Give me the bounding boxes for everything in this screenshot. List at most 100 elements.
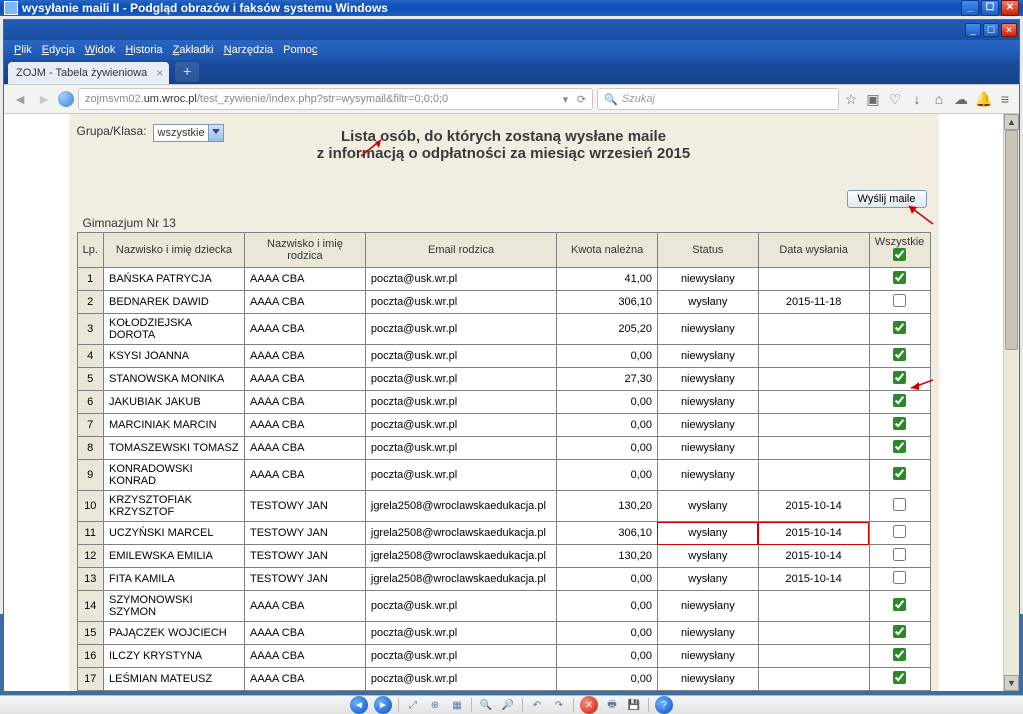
row-checkbox[interactable] <box>893 371 906 384</box>
cell-status: niewysłany <box>657 591 758 622</box>
fit-window-icon[interactable]: ⤢ <box>405 696 421 714</box>
cell-email: poczta@usk.wr.pl <box>365 437 556 460</box>
row-checkbox[interactable] <box>893 417 906 430</box>
row-checkbox[interactable] <box>893 671 906 684</box>
row-checkbox[interactable] <box>893 648 906 661</box>
close-button[interactable]: ✕ <box>1001 0 1019 16</box>
cell-email: poczta@usk.wr.pl <box>365 414 556 437</box>
cell-email: poczta@usk.wr.pl <box>365 668 556 691</box>
cell-amount: 130,20 <box>557 545 658 568</box>
menu-history[interactable]: Historia <box>125 44 162 56</box>
browser-titlebar: _ ☐ ✕ <box>4 20 1019 40</box>
toolbar-separator <box>573 698 574 712</box>
cell-status: niewysłany <box>657 314 758 345</box>
prev-image-icon[interactable]: ◄ <box>350 696 368 714</box>
hamburger-menu-icon[interactable]: ≡ <box>997 91 1013 107</box>
group-select[interactable]: wszystkie <box>153 124 224 142</box>
chevron-down-icon <box>212 129 220 134</box>
pocket-icon[interactable]: ▣ <box>865 91 881 108</box>
help-icon[interactable]: ? <box>655 696 673 714</box>
row-checkbox[interactable] <box>893 394 906 407</box>
cell-date: 2015-11-18 <box>758 291 869 314</box>
shield-icon[interactable]: ♡ <box>887 91 903 108</box>
menu-tools[interactable]: Narzędzia <box>224 44 274 56</box>
search-placeholder: Szukaj <box>622 93 655 105</box>
col-all-label: Wszystkie <box>875 236 925 248</box>
zoom-out-icon[interactable]: 🔎 <box>500 696 516 714</box>
search-bar[interactable]: 🔍 Szukaj <box>597 88 839 110</box>
group-label: Grupa/Klasa: <box>77 124 147 138</box>
new-tab-button[interactable]: + <box>175 62 199 82</box>
menu-edit[interactable]: Edycja <box>42 44 75 56</box>
zoom-in-icon[interactable]: 🔍 <box>478 696 494 714</box>
select-all-checkbox[interactable] <box>893 248 906 261</box>
scroll-up-icon[interactable]: ▲ <box>1004 114 1019 130</box>
row-checkbox[interactable] <box>893 598 906 611</box>
menu-view[interactable]: Widok <box>85 44 116 56</box>
scroll-thumb[interactable] <box>1005 130 1018 350</box>
row-checkbox[interactable] <box>893 321 906 334</box>
cell-child: TOMASZEWSKI TOMASZ <box>103 437 244 460</box>
maximize-button[interactable]: ☐ <box>981 0 999 16</box>
cell-email: poczta@usk.wr.pl <box>365 645 556 668</box>
col-child: Nazwisko i imię dziecka <box>103 233 244 268</box>
row-checkbox[interactable] <box>893 571 906 584</box>
app-icon <box>4 1 18 15</box>
sync-icon[interactable]: ☁ <box>953 91 969 108</box>
copy-icon[interactable]: 💾 <box>626 696 642 714</box>
bookmark-star-icon[interactable]: ☆ <box>843 91 859 108</box>
next-image-icon[interactable]: ► <box>374 696 392 714</box>
col-lp: Lp. <box>77 233 103 268</box>
rotate-right-icon[interactable]: ↷ <box>551 696 567 714</box>
print-icon[interactable]: 🖶 <box>604 696 620 714</box>
browser-minimize-button[interactable]: _ <box>965 23 981 37</box>
menu-bookmarks[interactable]: Zakładki <box>173 44 214 56</box>
cell-email: poczta@usk.wr.pl <box>365 314 556 345</box>
cell-lp: 10 <box>77 491 103 522</box>
browser-close-button[interactable]: ✕ <box>1001 23 1017 37</box>
table-row: 3KOŁODZIEJSKA DOROTAAAAA CBApoczta@usk.w… <box>77 314 930 345</box>
delete-icon[interactable]: ✕ <box>580 696 598 714</box>
forward-button[interactable]: ► <box>34 89 54 109</box>
browser-maximize-button[interactable]: ☐ <box>983 23 999 37</box>
row-checkbox[interactable] <box>893 348 906 361</box>
site-identity-icon[interactable] <box>58 91 74 107</box>
rotate-left-icon[interactable]: ↶ <box>529 696 545 714</box>
tab-close-icon[interactable]: × <box>156 66 163 80</box>
vertical-scrollbar[interactable]: ▲ ▼ <box>1003 114 1019 691</box>
row-checkbox[interactable] <box>893 625 906 638</box>
downloads-icon[interactable]: ↓ <box>909 91 925 107</box>
table-row: 10KRZYSZTOFIAK KRZYSZTOFTESTOWY JANjgrel… <box>77 491 930 522</box>
cell-checkbox <box>869 391 930 414</box>
row-checkbox[interactable] <box>893 271 906 284</box>
home-icon[interactable]: ⌂ <box>931 91 947 107</box>
row-checkbox[interactable] <box>893 548 906 561</box>
cell-date <box>758 591 869 622</box>
cell-status: niewysłany <box>657 645 758 668</box>
addon-bell-icon[interactable]: 🔔 <box>975 91 991 108</box>
cell-checkbox <box>869 522 930 545</box>
row-checkbox[interactable] <box>893 467 906 480</box>
send-mails-button[interactable]: Wyślij maile <box>847 190 927 208</box>
slideshow-icon[interactable]: ▦ <box>449 696 465 714</box>
url-dropdown-icon[interactable]: ▾ <box>563 93 569 106</box>
row-checkbox[interactable] <box>893 294 906 307</box>
cell-child: FITA KAMILA <box>103 568 244 591</box>
cell-checkbox <box>869 314 930 345</box>
row-checkbox[interactable] <box>893 525 906 538</box>
menu-help[interactable]: Pomoc <box>283 44 317 56</box>
cell-status: niewysłany <box>657 622 758 645</box>
back-button[interactable]: ◄ <box>10 89 30 109</box>
actual-size-icon[interactable]: ⊕ <box>427 696 443 714</box>
search-icon: 🔍 <box>604 93 618 106</box>
scroll-down-icon[interactable]: ▼ <box>1004 675 1019 691</box>
cell-lp: 6 <box>77 391 103 414</box>
row-checkbox[interactable] <box>893 440 906 453</box>
reload-icon[interactable]: ⟳ <box>577 93 586 106</box>
filter-row: Grupa/Klasa: wszystkie <box>77 124 931 142</box>
tab-active[interactable]: ZOJM - Tabela żywieniowa × <box>8 62 169 84</box>
row-checkbox[interactable] <box>893 498 906 511</box>
address-bar[interactable]: zojmsvm02.um.wroc.pl/test_zywienie/index… <box>78 88 593 110</box>
minimize-button[interactable]: _ <box>961 0 979 16</box>
menu-file[interactable]: PPliklik <box>14 44 32 56</box>
